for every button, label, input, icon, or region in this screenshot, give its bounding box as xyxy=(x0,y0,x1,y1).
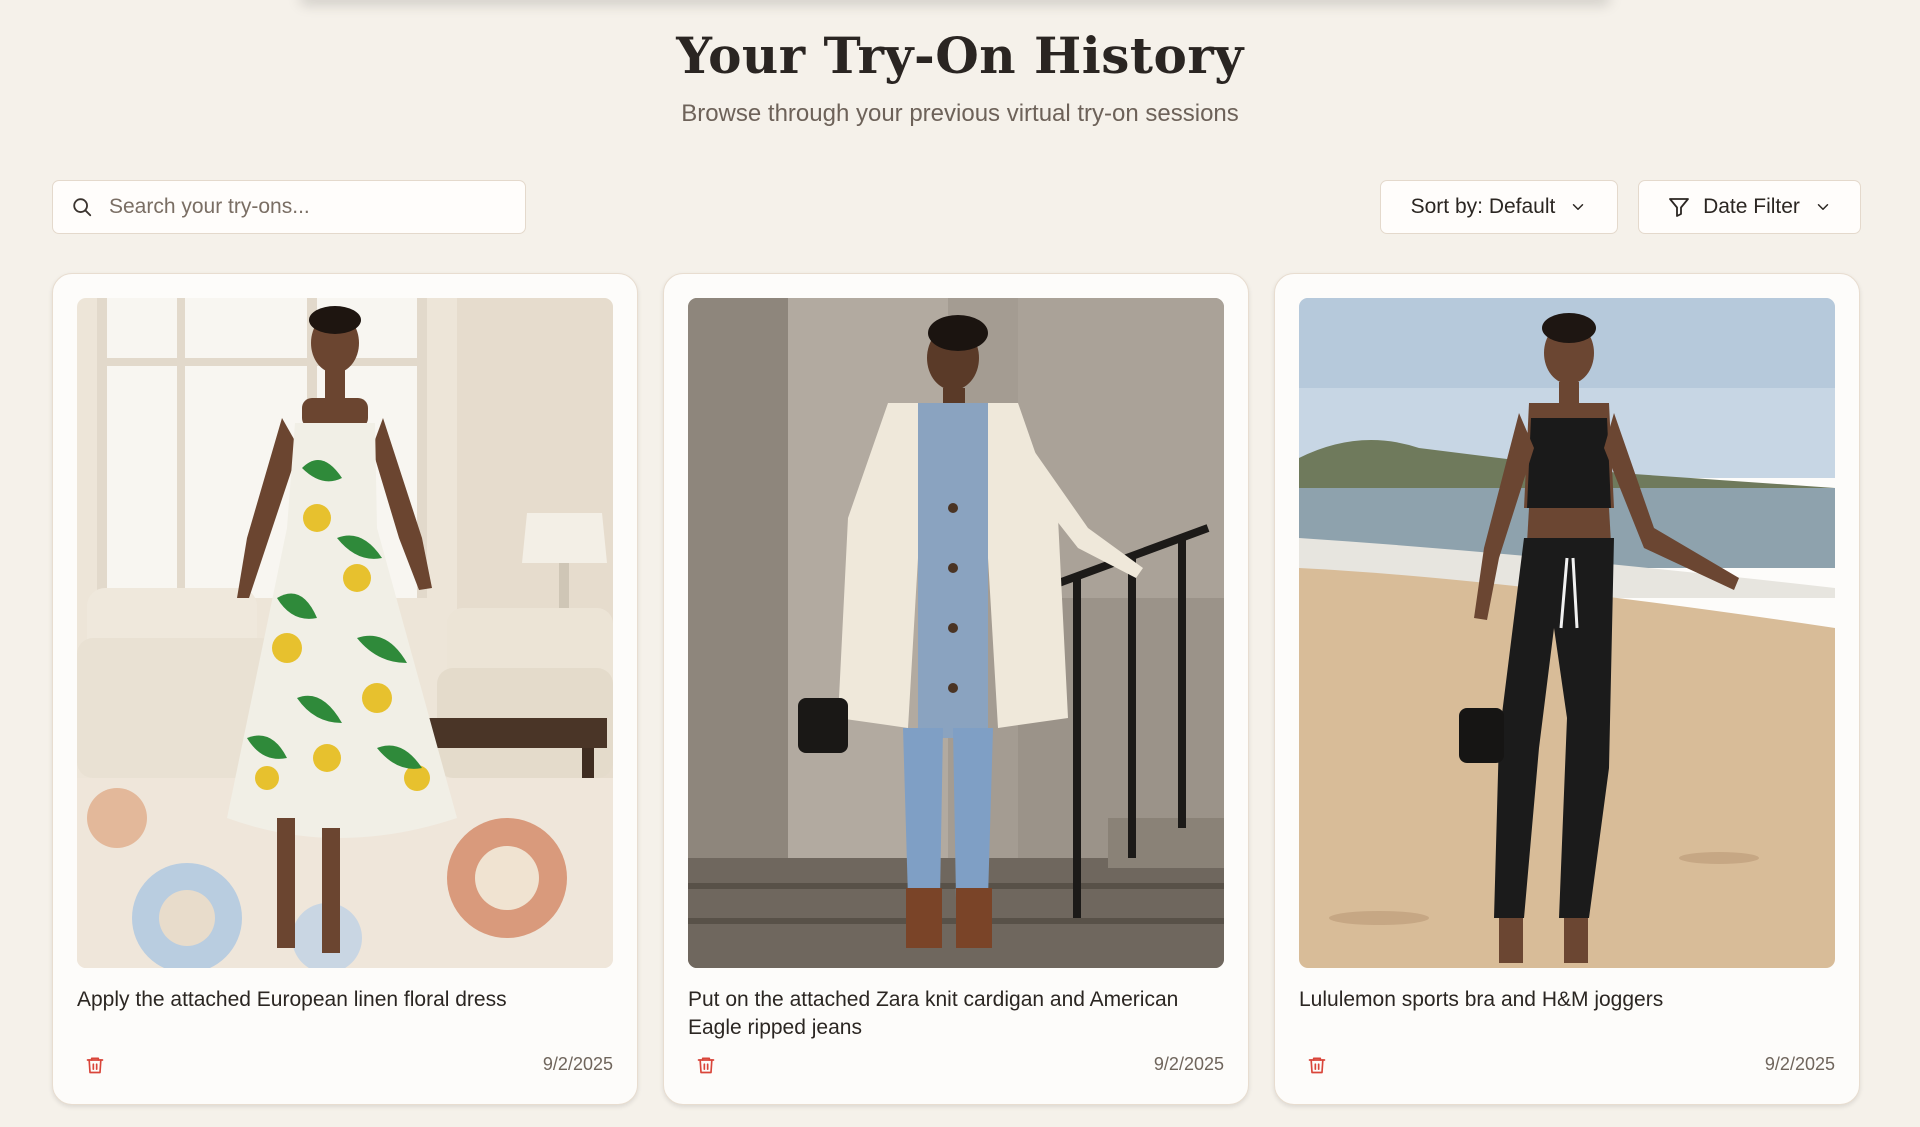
date-filter-button[interactable]: Date Filter xyxy=(1638,180,1861,234)
sort-label: Sort by: Default xyxy=(1410,195,1556,218)
delete-button[interactable] xyxy=(1305,1052,1329,1078)
page-title: Your Try-On History xyxy=(676,26,1244,85)
filter-icon xyxy=(1669,198,1689,217)
page-subtitle: Browse through your previous virtual try… xyxy=(681,100,1239,127)
trash-icon xyxy=(1308,1057,1326,1074)
delete-button[interactable] xyxy=(694,1052,718,1078)
tryon-card[interactable]: Apply the attached European linen floral… xyxy=(52,273,638,1105)
chevron-down-icon xyxy=(1817,204,1829,210)
delete-button[interactable] xyxy=(83,1052,107,1078)
trash-icon xyxy=(697,1057,715,1074)
date-filter-label: Date Filter xyxy=(1703,195,1800,218)
tryon-card[interactable]: Lululemon sports bra and H&M joggers 9/2… xyxy=(1274,273,1860,1105)
tryon-prompt: Lululemon sports bra and H&M joggers xyxy=(1299,988,1664,1011)
tryon-image-cardigan-jeans[interactable] xyxy=(688,298,1224,968)
tryon-date: 9/2/2025 xyxy=(1764,1054,1835,1074)
tryon-card[interactable]: Put on the attached Zara knit cardigan a… xyxy=(663,273,1249,1105)
search-box[interactable] xyxy=(52,180,526,234)
trash-icon xyxy=(86,1057,104,1074)
chevron-down-icon xyxy=(1573,204,1584,210)
sort-dropdown-button[interactable]: Sort by: Default xyxy=(1380,180,1618,234)
tryon-date: 9/2/2025 xyxy=(542,1054,613,1074)
tryon-prompt: Put on the attached Zara knit cardigan a… xyxy=(688,988,1179,1039)
tryon-image-sportswear[interactable] xyxy=(1299,298,1835,968)
tryon-prompt: Apply the attached European linen floral… xyxy=(77,988,507,1011)
search-input[interactable] xyxy=(107,194,491,220)
search-icon xyxy=(73,198,92,217)
tryon-date: 9/2/2025 xyxy=(1153,1054,1224,1074)
tryon-image-floral-dress[interactable] xyxy=(77,298,613,968)
